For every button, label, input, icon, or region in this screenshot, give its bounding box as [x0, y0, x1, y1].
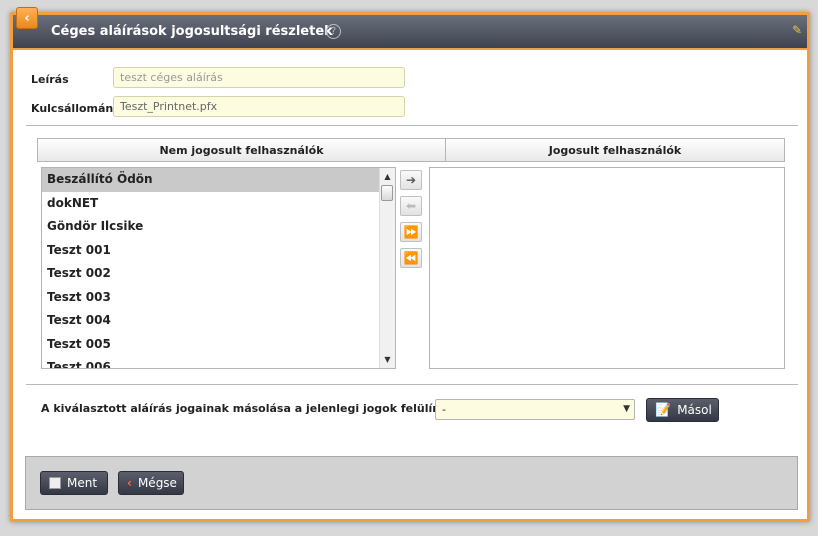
title-bar: ‹ Céges aláírások jogosultsági részletek…: [13, 7, 807, 50]
dialog-title: Céges aláírások jogosultsági részletek: [51, 24, 333, 39]
move-all-left-button[interactable]: ⏪: [400, 248, 422, 268]
copy-rights-label: A kiválasztott aláírás jogainak másolása…: [41, 402, 478, 415]
description-label: Leírás: [31, 73, 69, 86]
move-all-right-button[interactable]: ⏩: [400, 222, 422, 242]
signature-select-value: -: [442, 403, 446, 416]
cancel-button[interactable]: ‹ Mégse: [118, 471, 184, 495]
left-list-header: Nem jogosult felhasználók: [37, 138, 446, 162]
copy-button[interactable]: 📝 Másol: [646, 398, 719, 422]
help-icon[interactable]: ?: [326, 24, 341, 39]
cancel-icon: ‹: [127, 476, 132, 490]
signature-select[interactable]: - ▼: [435, 399, 635, 420]
list-item[interactable]: Teszt 005: [42, 333, 395, 357]
back-icon: ‹: [24, 10, 30, 26]
copy-button-label: Másol: [677, 403, 712, 417]
scroll-down-icon[interactable]: ▼: [380, 353, 395, 366]
right-list-header: Jogosult felhasználók: [445, 138, 785, 162]
description-field[interactable]: teszt céges aláírás: [113, 67, 405, 88]
cancel-button-label: Mégse: [137, 476, 177, 490]
list-item[interactable]: Teszt 004: [42, 309, 395, 333]
double-arrow-left-icon: ⏪: [403, 251, 419, 265]
authorized-users-list[interactable]: [429, 167, 785, 369]
save-button-label: Ment: [67, 476, 98, 490]
footer-bar: Ment ‹ Mégse: [25, 456, 798, 510]
list-item[interactable]: Teszt 003: [42, 286, 395, 310]
arrow-right-icon: ➔: [405, 173, 417, 187]
dialog-window: ‹ Céges aláírások jogosultsági részletek…: [10, 7, 810, 522]
arrow-left-icon: ⬅: [405, 199, 417, 213]
divider: [26, 384, 798, 385]
save-button[interactable]: Ment: [40, 471, 108, 495]
list-item[interactable]: Göndör Ilcsike: [42, 215, 395, 239]
list-item[interactable]: Teszt 001: [42, 239, 395, 263]
list-scrollbar[interactable]: ▲ ▼: [379, 168, 395, 368]
move-left-button[interactable]: ⬅: [400, 196, 422, 216]
copy-icon: 📝: [655, 402, 672, 418]
list-item[interactable]: Beszállító Ödön: [42, 168, 395, 192]
move-right-button[interactable]: ➔: [400, 170, 422, 190]
scroll-up-icon[interactable]: ▲: [380, 170, 395, 183]
save-icon: [49, 477, 61, 489]
list-item[interactable]: Teszt 002: [42, 262, 395, 286]
unauthorized-users-list[interactable]: Beszállító Ödön dokNET Göndör Ilcsike Teszt…: [41, 167, 396, 369]
double-arrow-right-icon: ⏩: [403, 225, 419, 239]
left-list-items: Beszállító Ödön dokNET Göndör Ilcsike Teszt…: [42, 168, 395, 368]
list-item[interactable]: Teszt 006: [42, 356, 395, 368]
chevron-down-icon: ▼: [623, 404, 630, 414]
list-item[interactable]: dokNET: [42, 192, 395, 216]
scroll-thumb[interactable]: [381, 185, 393, 201]
keyfile-label: Kulcsállomány: [31, 102, 121, 115]
back-button[interactable]: ‹: [16, 7, 38, 29]
divider: [26, 125, 798, 126]
keyfile-field[interactable]: Teszt_Printnet.pfx: [113, 96, 405, 117]
edit-icon[interactable]: ✎: [792, 23, 802, 37]
